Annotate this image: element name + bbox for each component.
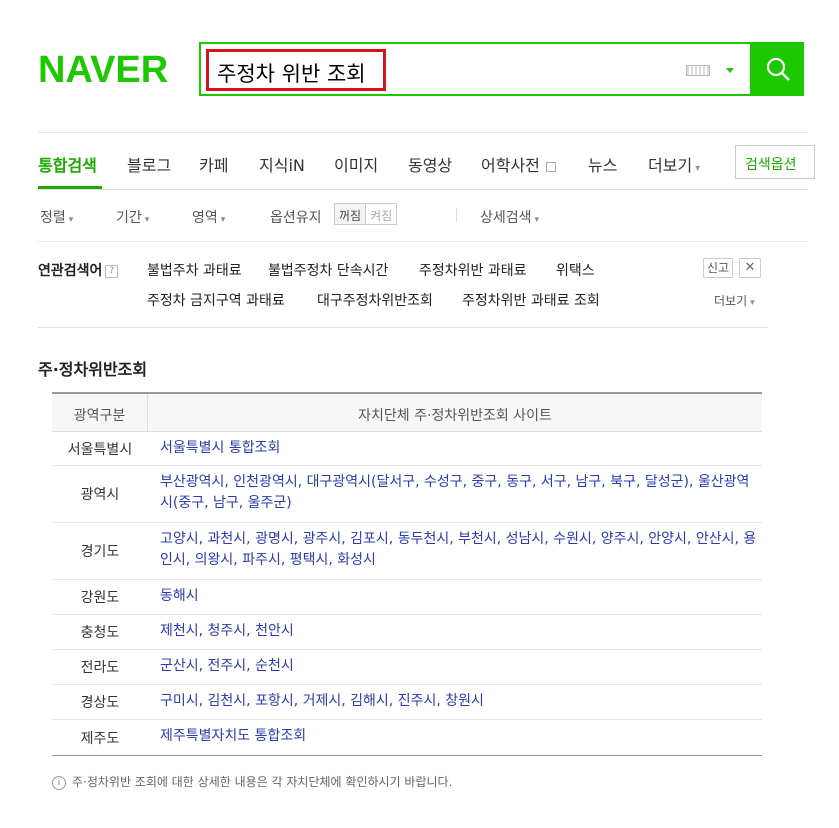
keyboard-icon[interactable] <box>686 65 710 76</box>
sort-label: 정렬 <box>40 210 66 226</box>
table-header: 광역구분 자치단체 주·정차위반조회 사이트 <box>52 394 762 432</box>
region-cell: 전라도 <box>80 660 120 676</box>
keep-options-label: 옵션유지 <box>270 210 322 226</box>
related-link[interactable]: 대구주정차위반조회 <box>317 290 433 310</box>
help-icon[interactable]: ? <box>105 264 119 278</box>
active-tab-indicator <box>38 186 102 189</box>
region-cell: 서울특별시 <box>67 441 133 458</box>
table-row: 제주도 제주특별자치도 통합조회 <box>52 720 762 755</box>
detail-search-label: 상세검색 <box>480 210 532 226</box>
section-title: 주·정차위반조회 <box>38 360 148 379</box>
table-row: 서울특별시 서울특별시 통합조회 <box>52 432 762 466</box>
area-label: 영역 <box>192 210 218 226</box>
filter-bar: 정렬 ▾ 기간 ▾ 영역 ▾ 옵션유지 꺼짐 켜짐 상세검색 ▾ <box>38 190 808 242</box>
table-row: 강원도 동해시 <box>52 580 762 615</box>
keep-options-toggle[interactable]: 꺼짐 켜짐 <box>334 203 398 225</box>
chevron-down-icon: ▾ <box>68 215 74 225</box>
region-cell: 광역시 <box>80 487 120 503</box>
tab-bar: 통합검색 블로그 카페 지식iN 이미지 동영상 어학사전 뉴스 더보기 ▾ 검색… <box>38 132 815 190</box>
header-sites: 자치단체 주·정차위반조회 사이트 <box>358 408 552 424</box>
sites-cell[interactable]: 제주특별자치도 통합조회 <box>148 720 762 755</box>
chevron-down-icon: ▾ <box>750 298 755 308</box>
sites-cell[interactable]: 부산광역시, 인천광역시, 대구광역시(달서구, 수성구, 중구, 동구, 서구… <box>148 466 762 522</box>
tab-more-label: 더보기 <box>648 156 693 175</box>
chevron-down-icon: ▾ <box>534 215 540 225</box>
table-row: 충청도 제천시, 청주시, 천안시 <box>52 615 762 650</box>
related-searches: 연관검색어? 불법주차 과태료 불법주정차 단속시간 주정차위반 과태료 위택스… <box>38 242 768 328</box>
sites-cell[interactable]: 구미시, 김천시, 포항시, 거제시, 김해시, 진주시, 창원시 <box>148 685 762 719</box>
tab-news[interactable]: 뉴스 <box>588 152 617 176</box>
related-link[interactable]: 불법주차 과태료 <box>147 260 242 280</box>
footnote: i 주·정차위반 조회에 대한 상세한 내용은 각 자치단체에 확인하시기 바랍니… <box>52 773 452 790</box>
related-more-label: 더보기 <box>714 294 748 308</box>
region-cell: 강원도 <box>80 590 120 606</box>
sites-cell[interactable]: 서울특별시 통합조회 <box>148 432 762 465</box>
chevron-down-icon: ▾ <box>220 215 226 225</box>
table-row: 경기도 고양시, 과천시, 광명시, 광주시, 김포시, 동두천시, 부천시, … <box>52 523 762 580</box>
region-cell: 경상도 <box>80 695 120 711</box>
divider <box>456 208 457 222</box>
table-row: 경상도 구미시, 김천시, 포항시, 거제시, 김해시, 진주시, 창원시 <box>52 685 762 720</box>
window-icon <box>545 161 556 172</box>
related-title-label: 연관검색어 <box>38 263 103 279</box>
naver-logo[interactable]: NAVER <box>38 50 168 90</box>
sites-cell[interactable]: 군산시, 전주시, 순천시 <box>148 650 762 684</box>
chevron-down-icon: ▾ <box>144 215 150 225</box>
violation-table: 광역구분 자치단체 주·정차위반조회 사이트 서울특별시 서울특별시 통합조회 … <box>52 392 762 756</box>
header-region: 광역구분 <box>52 394 148 431</box>
search-options-button[interactable]: 검색옵션 <box>735 145 815 179</box>
region-cell: 제주도 <box>80 730 120 747</box>
area-filter[interactable]: 영역 ▾ <box>192 207 225 227</box>
tab-dictionary[interactable]: 어학사전 <box>481 152 556 176</box>
tab-video[interactable]: 동영상 <box>408 152 452 176</box>
sort-filter[interactable]: 정렬 ▾ <box>40 207 73 227</box>
toggle-off-option[interactable]: 꺼짐 <box>335 204 366 224</box>
search-icon <box>766 57 790 81</box>
toggle-on-option[interactable]: 켜짐 <box>365 204 396 224</box>
search-input[interactable]: 주정차 위반 조회 <box>217 58 366 88</box>
search-box[interactable]: 주정차 위반 조회 <box>199 42 752 96</box>
tab-dictionary-label: 어학사전 <box>481 156 540 175</box>
related-link[interactable]: 주정차 금지구역 과태료 <box>147 290 285 310</box>
table-row: 전라도 군산시, 전주시, 순천시 <box>52 650 762 685</box>
sites-cell[interactable]: 동해시 <box>148 580 762 614</box>
tab-kin[interactable]: 지식iN <box>259 152 305 176</box>
search-button[interactable] <box>752 42 804 96</box>
chevron-down-icon[interactable] <box>726 68 734 73</box>
info-icon: i <box>52 775 66 790</box>
period-label: 기간 <box>116 210 142 226</box>
chevron-down-icon: ▾ <box>695 163 701 174</box>
related-link[interactable]: 주정차위반 과태료 <box>419 260 527 280</box>
region-cell: 충청도 <box>80 625 120 641</box>
table-row: 광역시 부산광역시, 인천광역시, 대구광역시(달서구, 수성구, 중구, 동구… <box>52 466 762 523</box>
tab-blog[interactable]: 블로그 <box>127 152 171 176</box>
close-icon[interactable]: ✕ <box>739 258 761 278</box>
related-link[interactable]: 위택스 <box>556 260 595 280</box>
query-highlight: 주정차 위반 조회 <box>206 49 386 91</box>
tab-cafe[interactable]: 카페 <box>199 152 228 176</box>
footnote-text: 주·정차위반 조회에 대한 상세한 내용은 각 자치단체에 확인하시기 바랍니다… <box>72 775 453 789</box>
related-link[interactable]: 주정차위반 과태료 조회 <box>462 290 600 310</box>
report-button[interactable]: 신고 <box>703 258 733 278</box>
tab-integrated[interactable]: 통합검색 <box>38 152 97 176</box>
period-filter[interactable]: 기간 ▾ <box>116 207 149 227</box>
related-more[interactable]: 더보기 ▾ <box>714 292 755 309</box>
related-title: 연관검색어? <box>38 260 119 280</box>
tab-more[interactable]: 더보기 ▾ <box>648 152 700 176</box>
related-link[interactable]: 불법주정차 단속시간 <box>268 260 388 280</box>
region-cell: 경기도 <box>80 544 120 560</box>
detail-search[interactable]: 상세검색 ▾ <box>480 207 539 227</box>
tab-image[interactable]: 이미지 <box>334 152 378 176</box>
sites-cell[interactable]: 고양시, 과천시, 광명시, 광주시, 김포시, 동두천시, 부천시, 성남시,… <box>148 523 762 579</box>
sites-cell[interactable]: 제천시, 청주시, 천안시 <box>148 615 762 649</box>
